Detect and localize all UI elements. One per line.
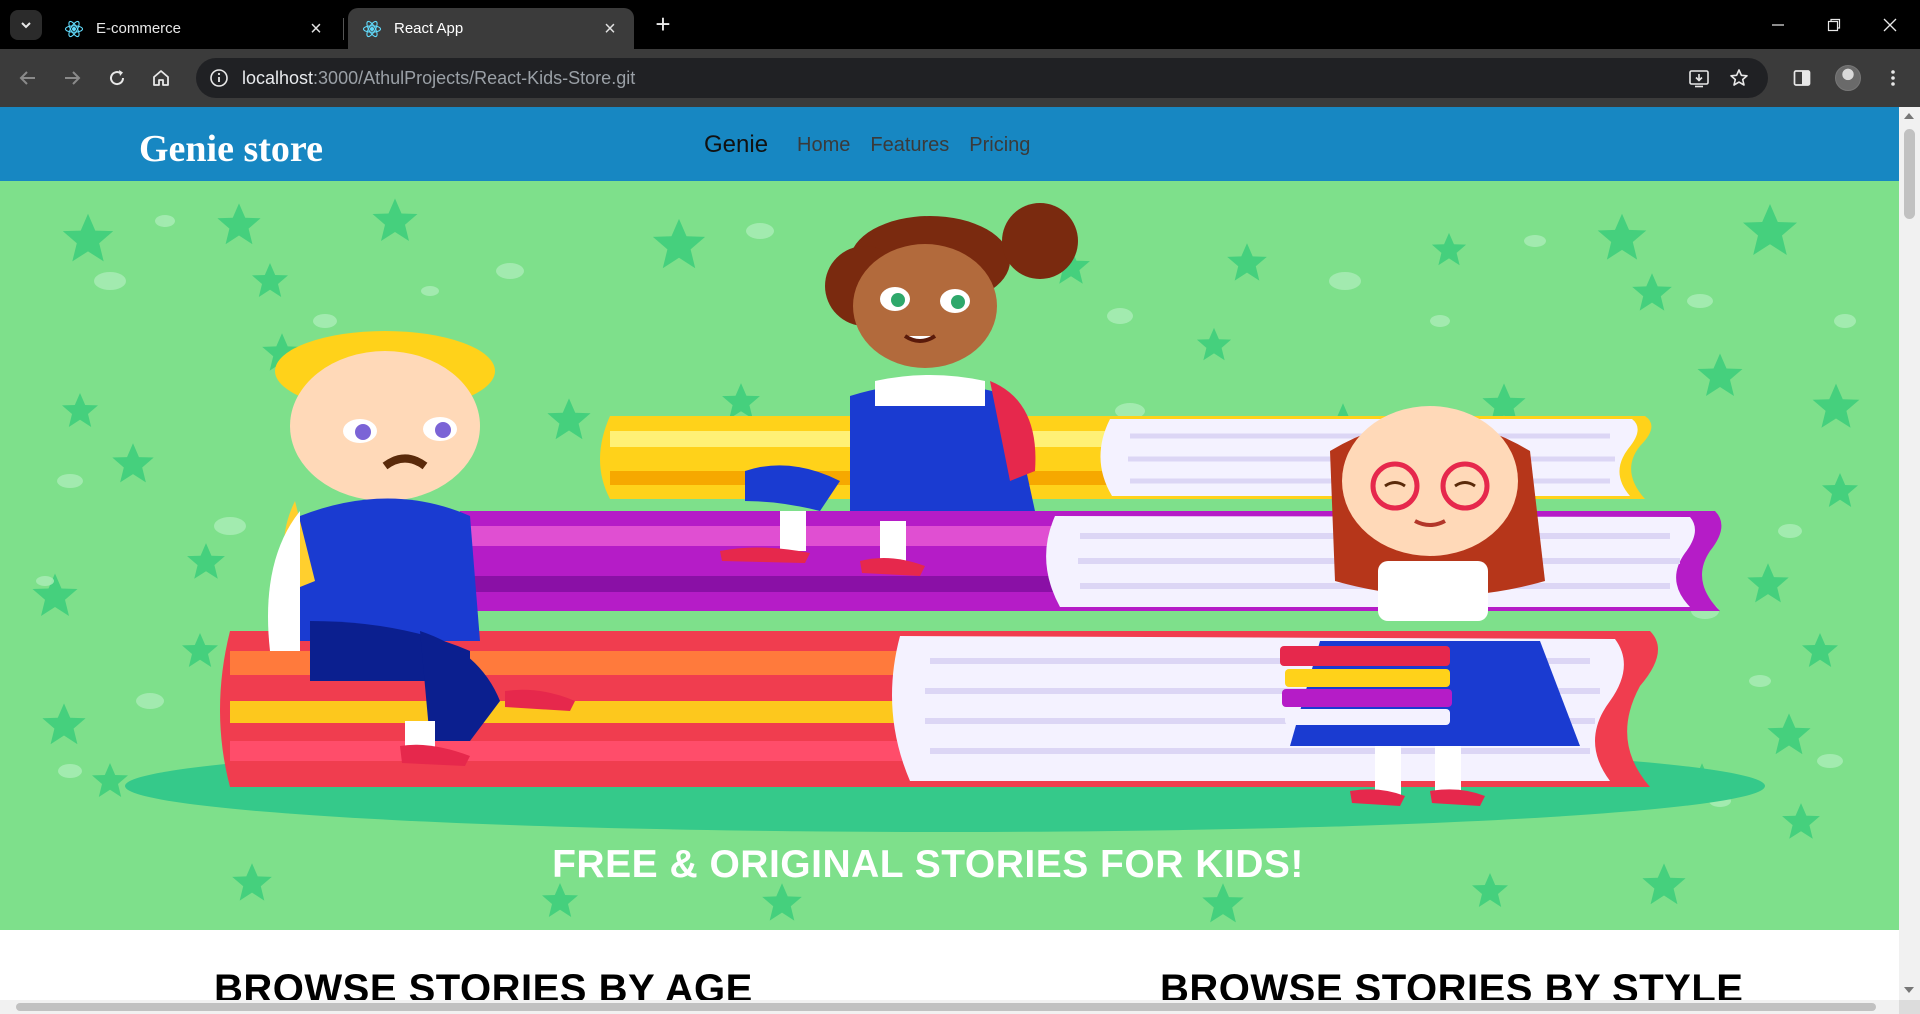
menu-button[interactable] [1878,63,1908,93]
url-host: localhost [242,68,314,88]
new-tab-button[interactable]: + [650,11,676,38]
nav-features-link[interactable]: Features [870,134,949,157]
reload-button[interactable] [102,63,132,93]
chevron-down-icon [21,22,31,29]
react-icon [64,20,84,37]
profile-button[interactable] [1833,63,1863,93]
arrow-right-icon [65,71,81,85]
react-icon [362,20,382,37]
more-vert-icon [1891,70,1895,86]
tab-strip: E-commerce × React App × + [0,0,1920,49]
page-viewport: Genie store Genie Home Features Pricing [0,107,1899,1000]
browse-by-style-heading: BROWSE STORIES BY STYLE [1160,967,1744,1000]
nav-home-link[interactable]: Home [797,134,850,157]
close-icon[interactable]: × [600,19,620,39]
scrollbar-thumb[interactable] [1904,129,1915,219]
scrollbar-corner [1899,1000,1920,1014]
close-window-button[interactable] [1862,0,1918,49]
scroll-up-icon[interactable] [1904,113,1914,119]
nav-genie-link[interactable]: Genie [704,131,768,159]
url-text[interactable]: localhost:3000/AthulProjects/React-Kids-… [242,68,635,89]
avatar [1835,65,1861,91]
side-panel-icon [1793,70,1811,86]
horizontal-scrollbar[interactable] [0,1000,1899,1014]
install-icon [1689,70,1709,88]
browse-by-age-heading: BROWSE STORIES BY AGE [214,967,753,1000]
scroll-down-icon[interactable] [1904,987,1914,993]
nav-pricing-link[interactable]: Pricing [969,134,1030,157]
side-panel-button[interactable] [1787,63,1817,93]
tab-ecommerce[interactable]: E-commerce × [50,8,340,49]
close-icon [1883,18,1897,31]
tab-react-app[interactable]: React App × [348,8,634,49]
hero-caption: FREE & ORIGINAL STORIES FOR KIDS! [552,843,1304,886]
home-icon [153,70,169,86]
tab-search-button[interactable] [10,10,42,40]
tab-title: React App [394,20,464,37]
tab-separator [343,18,344,40]
reload-icon [110,70,125,86]
arrow-left-icon [19,71,35,85]
star-icon [1730,69,1748,86]
vertical-scrollbar[interactable] [1899,107,1920,1000]
site-info-button[interactable] [204,63,234,93]
info-icon [210,69,228,87]
close-icon[interactable]: × [306,19,326,39]
scrollbar-thumb[interactable] [16,1003,1876,1011]
url-path: :3000/AthulProjects/React-Kids-Store.git [313,68,636,88]
install-app-button[interactable] [1684,63,1714,93]
hero-illustration [32,198,1860,923]
site-navbar: Genie store Genie Home Features Pricing [0,107,1899,181]
tab-title: E-commerce [96,20,182,37]
minimize-button[interactable] [1750,0,1806,49]
nav-links: Home Features Pricing [797,134,1030,157]
back-button[interactable] [13,63,43,93]
hero-banner: FREE & ORIGINAL STORIES FOR KIDS! [0,181,1899,930]
forward-button[interactable] [57,63,87,93]
bookmark-button[interactable] [1724,63,1754,93]
minimize-icon [1772,23,1784,26]
brand-logo[interactable]: Genie store [139,127,323,171]
address-bar[interactable]: localhost:3000/AthulProjects/React-Kids-… [196,58,1768,98]
home-button[interactable] [146,63,176,93]
restore-button[interactable] [1806,0,1862,49]
restore-icon [1827,18,1841,31]
browser-toolbar: localhost:3000/AthulProjects/React-Kids-… [0,49,1920,107]
